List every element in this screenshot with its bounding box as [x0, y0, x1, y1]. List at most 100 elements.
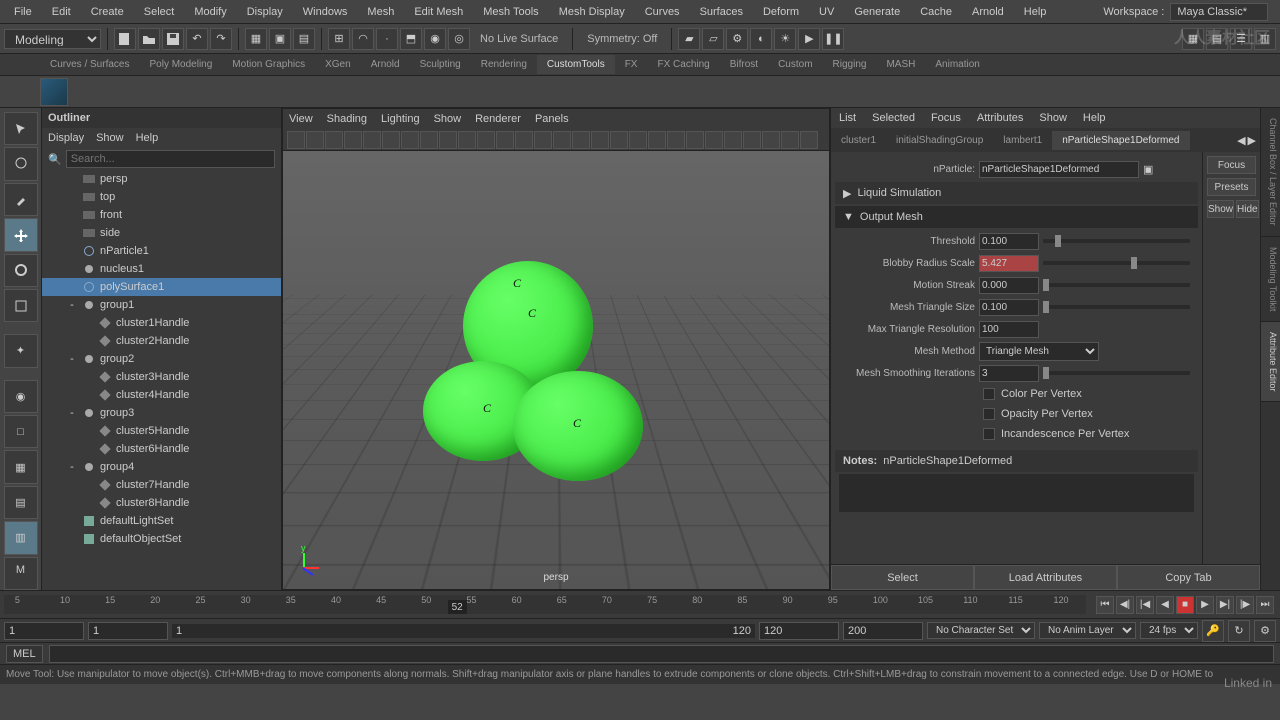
layout-outliner-icon[interactable]: ▤ — [4, 486, 38, 519]
anim-layer-dropdown[interactable]: No Anim Layer — [1039, 622, 1136, 639]
outliner-item[interactable]: cluster5Handle — [42, 422, 281, 440]
shelf-tab-motion[interactable]: Motion Graphics — [222, 55, 315, 74]
section-liquid-simulation[interactable]: ▶ Liquid Simulation — [835, 182, 1198, 204]
attr-tab-nparticle[interactable]: nParticleShape1Deformed — [1052, 131, 1189, 150]
tab-channel-box[interactable]: Channel Box / Layer Editor — [1261, 108, 1280, 237]
outliner-item[interactable]: top — [42, 188, 281, 206]
shelf-tab-curves[interactable]: Curves / Surfaces — [40, 55, 139, 74]
viewport-tool-icon[interactable] — [724, 131, 742, 149]
playback-end-field[interactable] — [759, 622, 839, 640]
fps-dropdown[interactable]: 24 fps — [1140, 622, 1198, 639]
shelf-tab-custom-tools[interactable]: CustomTools — [537, 55, 615, 74]
last-tool-icon[interactable]: ✦ — [4, 334, 38, 367]
loop-icon[interactable]: ↻ — [1228, 620, 1250, 642]
shelf-tab-rendering[interactable]: Rendering — [471, 55, 537, 74]
viewport-tool-icon[interactable] — [667, 131, 685, 149]
outliner-item[interactable]: -group2 — [42, 350, 281, 368]
shelf-tab-animation[interactable]: Animation — [925, 55, 989, 74]
shelf-tab-poly[interactable]: Poly Modeling — [139, 55, 222, 74]
attribute-editor-icon[interactable]: ▥ — [1254, 28, 1276, 50]
workspace-value[interactable]: Maya Classic* — [1170, 3, 1268, 21]
outliner-item[interactable]: cluster8Handle — [42, 494, 281, 512]
soft-select-icon[interactable]: ◉ — [4, 380, 38, 413]
menu-mesh-display[interactable]: Mesh Display — [549, 2, 635, 22]
step-back-icon[interactable]: |◀ — [1136, 596, 1154, 614]
tab-next-icon[interactable]: ▶ — [1248, 134, 1256, 147]
toolbox-icon[interactable]: ▤ — [1206, 28, 1228, 50]
pause-icon[interactable]: ❚❚ — [822, 28, 844, 50]
presets-button[interactable]: Presets — [1207, 178, 1256, 196]
snap-live-icon[interactable]: ◉ — [424, 28, 446, 50]
attr-field[interactable] — [979, 255, 1039, 272]
viewport-tool-icon[interactable] — [439, 131, 457, 149]
select-button[interactable]: Select — [831, 565, 974, 590]
layout-persp-outliner-icon[interactable]: ▥ — [4, 521, 38, 554]
viewport-tool-icon[interactable] — [382, 131, 400, 149]
shelf-tab-rigging[interactable]: Rigging — [823, 55, 877, 74]
channel-box-icon[interactable]: ☰ — [1230, 28, 1252, 50]
ipr-icon[interactable]: ▱ — [702, 28, 724, 50]
attr-tab-cluster1[interactable]: cluster1 — [831, 131, 886, 150]
viewport-tool-icon[interactable] — [686, 131, 704, 149]
move-tool-icon[interactable] — [4, 218, 38, 251]
checkbox[interactable] — [983, 388, 995, 400]
rotate-tool-icon[interactable] — [4, 254, 38, 287]
menu-help[interactable]: Help — [1014, 2, 1057, 22]
outliner-item[interactable]: defaultObjectSet — [42, 530, 281, 548]
attr-menu-show[interactable]: Show — [1039, 112, 1067, 124]
attr-menu-selected[interactable]: Selected — [872, 112, 915, 124]
shelf-tab-fx-caching[interactable]: FX Caching — [647, 55, 719, 74]
current-time-marker[interactable]: 52 — [448, 600, 467, 614]
shelf-tab-mash[interactable]: MASH — [876, 55, 925, 74]
live-surface-label[interactable]: No Live Surface — [472, 33, 566, 45]
tab-attribute-editor[interactable]: Attribute Editor — [1261, 322, 1280, 403]
viewport-tool-icon[interactable] — [420, 131, 438, 149]
menu-deform[interactable]: Deform — [753, 2, 809, 22]
layout-four-icon[interactable]: ▦ — [4, 450, 38, 483]
outliner-menu-help[interactable]: Help — [136, 132, 159, 144]
snap-view-icon[interactable]: ◎ — [448, 28, 470, 50]
menu-create[interactable]: Create — [81, 2, 134, 22]
shelf-tab-arnold[interactable]: Arnold — [361, 55, 410, 74]
snap-plane-icon[interactable]: ⬒ — [400, 28, 422, 50]
shelf-item-icon[interactable] — [40, 78, 68, 106]
anim-start-field[interactable] — [4, 622, 84, 640]
node-name-field[interactable] — [979, 161, 1139, 178]
outliner-item[interactable]: persp — [42, 170, 281, 188]
outliner-item[interactable]: -group4 — [42, 458, 281, 476]
viewport-tool-icon[interactable] — [610, 131, 628, 149]
lasso-tool-icon[interactable] — [4, 147, 38, 180]
outliner-item[interactable]: cluster3Handle — [42, 368, 281, 386]
select-by-component-icon[interactable]: ▣ — [269, 28, 291, 50]
outliner-menu-display[interactable]: Display — [48, 132, 84, 144]
hide-button[interactable]: Hide — [1236, 200, 1259, 218]
scale-tool-icon[interactable] — [4, 289, 38, 322]
vp-menu-renderer[interactable]: Renderer — [475, 113, 521, 125]
menu-modify[interactable]: Modify — [184, 2, 236, 22]
select-by-hierarchy-icon[interactable]: ▤ — [293, 28, 315, 50]
attr-slider[interactable] — [1043, 239, 1190, 243]
attr-menu-focus[interactable]: Focus — [931, 112, 961, 124]
attr-slider[interactable] — [1043, 371, 1190, 375]
attr-slider[interactable] — [1043, 261, 1190, 265]
hypershade-icon[interactable]: ◐ — [750, 28, 772, 50]
section-output-mesh[interactable]: ▼ Output Mesh — [835, 206, 1198, 228]
go-to-start-icon[interactable]: ⏮ — [1096, 596, 1114, 614]
viewport-tool-icon[interactable] — [781, 131, 799, 149]
shelf-tab-sculpting[interactable]: Sculpting — [410, 55, 471, 74]
stop-icon[interactable]: ■ — [1176, 596, 1194, 614]
outliner-menu-show[interactable]: Show — [96, 132, 124, 144]
layout-single-icon[interactable]: □ — [4, 415, 38, 448]
outliner-tree[interactable]: persptopfrontsidenParticle1nucleus1polyS… — [42, 170, 281, 590]
menu-file[interactable]: File — [4, 2, 42, 22]
viewport-tool-icon[interactable] — [477, 131, 495, 149]
menu-display[interactable]: Display — [237, 2, 293, 22]
viewport-tool-icon[interactable] — [325, 131, 343, 149]
menu-edit-mesh[interactable]: Edit Mesh — [404, 2, 473, 22]
panel-layout-icon[interactable]: ▦ — [1182, 28, 1204, 50]
viewport-tool-icon[interactable] — [553, 131, 571, 149]
attr-slider[interactable] — [1043, 305, 1190, 309]
menu-cache[interactable]: Cache — [910, 2, 962, 22]
viewport-tool-icon[interactable] — [572, 131, 590, 149]
viewport-tool-icon[interactable] — [629, 131, 647, 149]
